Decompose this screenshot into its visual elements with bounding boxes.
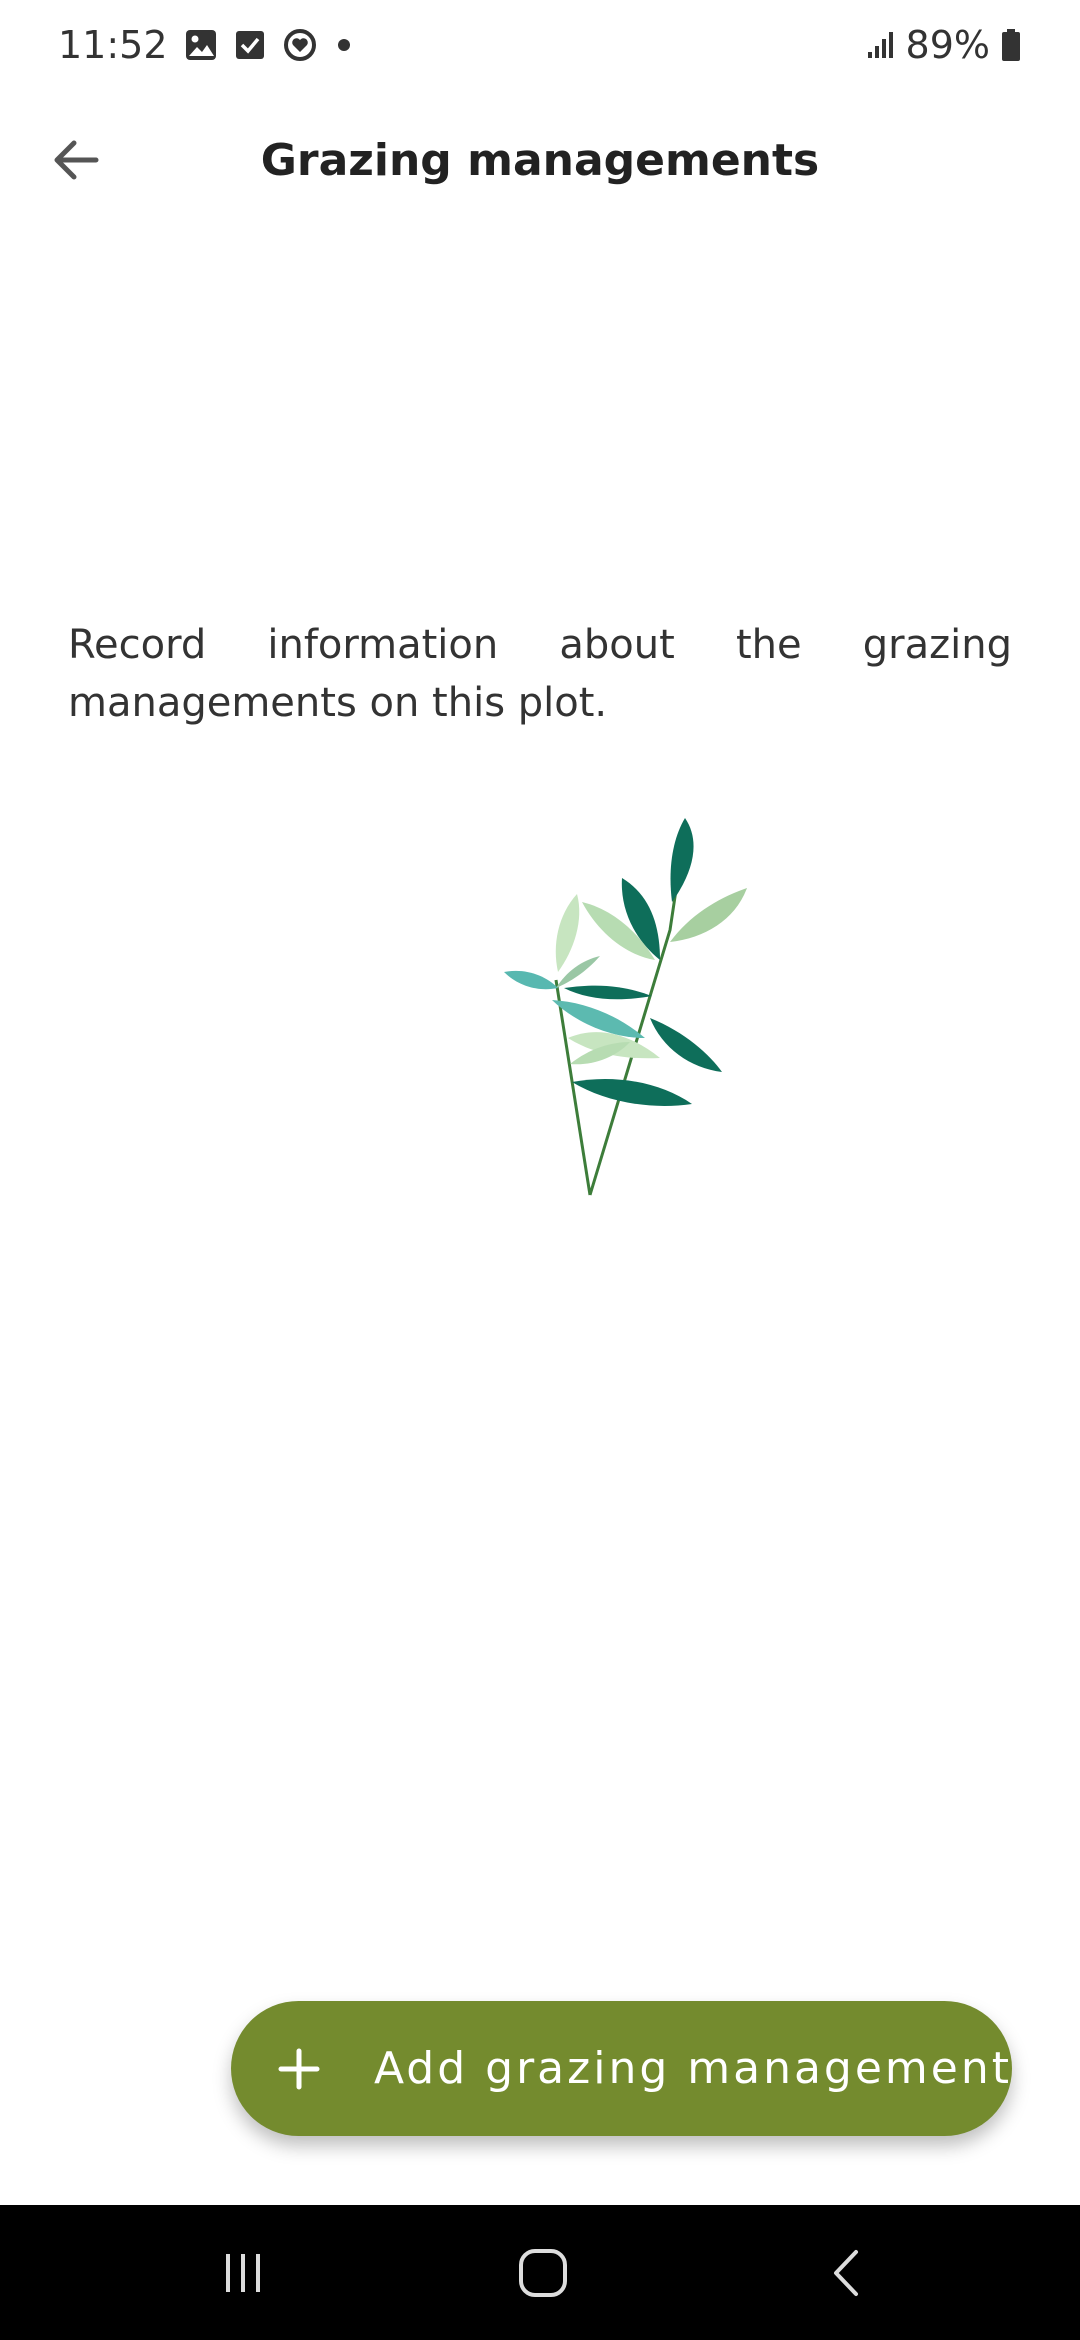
home-button[interactable] bbox=[463, 2205, 623, 2340]
status-bar: 11:52 89% bbox=[0, 0, 1080, 90]
add-grazing-management-button[interactable]: Add grazing management bbox=[231, 2001, 1012, 2136]
heart-circle-icon bbox=[282, 27, 318, 63]
recents-button[interactable] bbox=[163, 2205, 323, 2340]
checkbox-icon bbox=[234, 29, 266, 61]
dot-icon bbox=[334, 35, 354, 55]
battery-percent: 89% bbox=[905, 23, 990, 67]
gallery-icon bbox=[184, 28, 218, 62]
navigation-bar bbox=[0, 2205, 1080, 2340]
leafy-branch-illustration bbox=[500, 810, 760, 1210]
signal-icon bbox=[866, 30, 896, 60]
page-title: Grazing managements bbox=[260, 134, 820, 186]
plus-icon bbox=[275, 2044, 324, 2094]
recents-icon bbox=[226, 2253, 260, 2292]
app-bar: Grazing managements bbox=[0, 100, 1080, 220]
arrow-back-icon bbox=[54, 140, 99, 180]
home-icon bbox=[519, 2248, 567, 2297]
status-right: 89% bbox=[866, 23, 1022, 67]
status-time: 11:52 bbox=[58, 23, 168, 67]
empty-state-description: Record information about the grazing man… bbox=[68, 622, 1012, 726]
battery-icon bbox=[1000, 28, 1022, 62]
back-button[interactable] bbox=[36, 122, 116, 198]
back-icon bbox=[834, 2249, 858, 2296]
fab-label: Add grazing management bbox=[373, 2043, 1012, 2094]
status-left: 11:52 bbox=[58, 23, 354, 67]
system-back-button[interactable] bbox=[767, 2205, 927, 2340]
